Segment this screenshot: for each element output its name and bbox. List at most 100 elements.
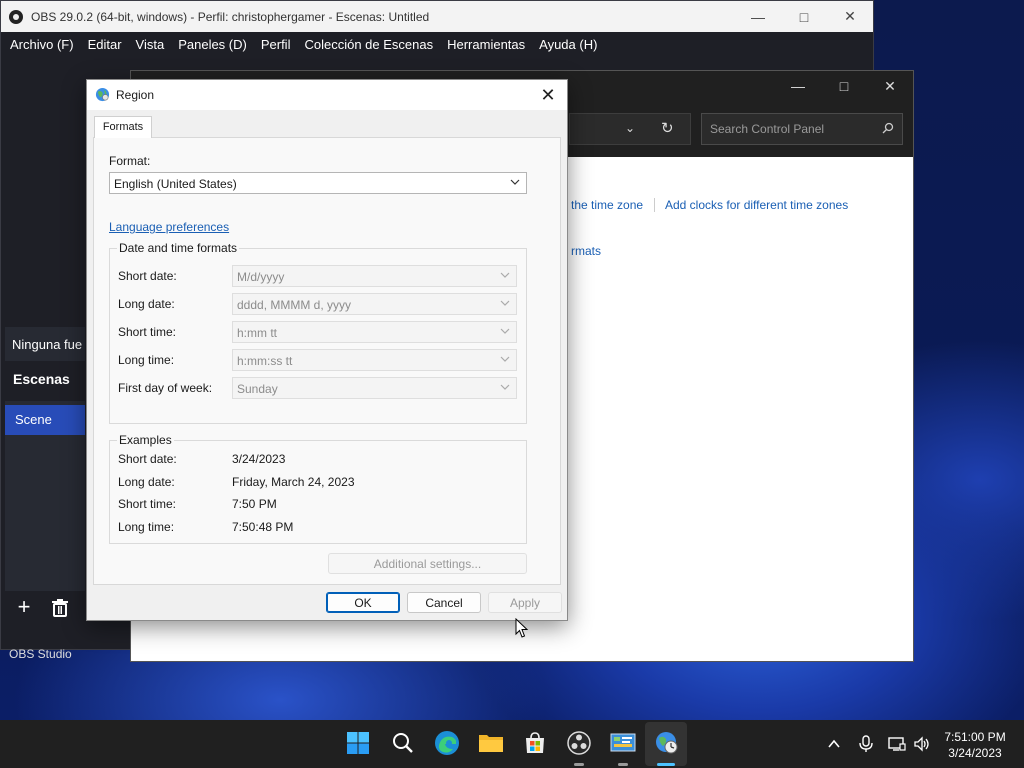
microsoft-store-icon[interactable]: [520, 728, 550, 758]
file-explorer-icon[interactable]: [476, 728, 506, 758]
obs-status-text: OBS Studio: [9, 647, 72, 661]
search-placeholder: Search Control Panel: [710, 122, 825, 136]
example-long-time-value: 7:50:48 PM: [232, 520, 294, 534]
short-date-select[interactable]: M/d/yyyy: [232, 265, 517, 287]
long-time-value: h:mm:ss tt: [237, 354, 293, 368]
add-clocks-link[interactable]: Add clocks for different time zones: [665, 198, 848, 212]
obs-studio-icon[interactable]: [564, 728, 594, 758]
example-short-date-label: Short date:: [118, 452, 177, 466]
control-panel-icon[interactable]: [608, 728, 638, 758]
formats-link[interactable]: rmats: [571, 244, 601, 258]
region-active-indicator: [657, 763, 675, 766]
examples-group-title: Examples: [117, 433, 174, 447]
first-day-value: Sunday: [237, 382, 278, 396]
chevron-down-icon: [500, 384, 510, 390]
minimize-icon[interactable]: —: [735, 1, 781, 32]
link-separator: [654, 198, 655, 212]
long-date-value: dddd, MMMM d, yyyy: [237, 298, 352, 312]
cancel-button[interactable]: Cancel: [407, 592, 481, 613]
windows-start-icon[interactable]: [343, 728, 373, 758]
short-date-value: M/d/yyyy: [237, 270, 285, 284]
format-label: Format:: [109, 154, 151, 168]
ok-button[interactable]: OK: [326, 592, 400, 613]
example-long-time-label: Long time:: [118, 520, 175, 534]
no-source-label: Ninguna fue: [5, 327, 85, 361]
first-day-select[interactable]: Sunday: [232, 377, 517, 399]
formats-panel: Format: English (United States) Language…: [93, 137, 561, 585]
obs-titlebar[interactable]: OBS 29.0.2 (64-bit, windows) - Perfil: c…: [1, 1, 873, 32]
close-icon[interactable]: ✕: [537, 84, 559, 106]
control-panel-running-indicator: [618, 763, 628, 766]
format-select[interactable]: English (United States): [109, 172, 527, 194]
close-icon[interactable]: ✕: [827, 1, 873, 32]
maximize-icon[interactable]: □: [821, 71, 867, 101]
menu-perfil[interactable]: Perfil: [254, 37, 298, 52]
obs-window-title: OBS 29.0.2 (64-bit, windows) - Perfil: c…: [31, 9, 430, 24]
close-icon[interactable]: ✕: [867, 71, 913, 101]
clock-time: 7:51:00 PM: [944, 730, 1006, 744]
globe-icon: [95, 87, 110, 102]
examples-group: Examples Short date: 3/24/2023 Long date…: [109, 433, 527, 544]
chevron-down-icon: [510, 179, 520, 185]
region-dialog: Region ✕ Formats Format: English (United…: [86, 79, 568, 621]
mouse-cursor-icon: [515, 618, 529, 638]
volume-icon[interactable]: [912, 734, 932, 754]
minimize-icon[interactable]: —: [775, 71, 821, 101]
example-long-date-value: Friday, March 24, 2023: [232, 475, 355, 489]
menu-vista[interactable]: Vista: [129, 37, 172, 52]
tab-formats[interactable]: Formats: [94, 116, 152, 138]
menu-herramientas[interactable]: Herramientas: [440, 37, 532, 52]
datetime-group-title: Date and time formats: [117, 241, 240, 255]
taskbar: 7:51:00 PM 3/24/2023: [0, 720, 1024, 768]
additional-settings-button[interactable]: Additional settings...: [328, 553, 527, 574]
search-icon[interactable]: [388, 728, 418, 758]
add-scene-icon[interactable]: +: [13, 596, 35, 619]
clock-date: 3/24/2023: [948, 746, 1002, 760]
chevron-down-icon: [500, 300, 510, 306]
long-date-label: Long date:: [118, 297, 175, 311]
obs-logo-icon: [9, 9, 23, 24]
network-icon[interactable]: [887, 734, 907, 754]
menu-editar[interactable]: Editar: [81, 37, 129, 52]
region-app-icon[interactable]: [652, 728, 682, 758]
long-date-select[interactable]: dddd, MMMM d, yyyy: [232, 293, 517, 315]
delete-scene-icon[interactable]: [49, 597, 71, 619]
menu-paneles[interactable]: Paneles (D): [171, 37, 254, 52]
long-time-select[interactable]: h:mm:ss tt: [232, 349, 517, 371]
chevron-up-icon[interactable]: [824, 734, 844, 754]
change-time-zone-link[interactable]: the time zone: [571, 198, 643, 212]
short-date-label: Short date:: [118, 269, 177, 283]
datetime-formats-group: Date and time formats Short date: M/d/yy…: [109, 241, 527, 424]
scenes-title: Escenas: [13, 371, 70, 387]
search-icon: [882, 122, 894, 134]
taskbar-clock[interactable]: 7:51:00 PM 3/24/2023: [940, 729, 1010, 761]
region-title: Region: [116, 88, 155, 102]
edge-browser-icon[interactable]: [432, 728, 462, 758]
region-titlebar[interactable]: Region ✕: [87, 80, 567, 110]
short-time-value: h:mm tt: [237, 326, 278, 340]
example-long-date-label: Long date:: [118, 475, 175, 489]
search-input[interactable]: Search Control Panel: [701, 113, 903, 145]
menu-archivo[interactable]: Archivo (F): [3, 37, 81, 52]
language-preferences-link[interactable]: Language preferences: [109, 220, 229, 234]
chevron-down-icon: [500, 356, 510, 362]
first-day-label: First day of week:: [118, 381, 213, 395]
format-value: English (United States): [114, 177, 237, 191]
short-time-select[interactable]: h:mm tt: [232, 321, 517, 343]
example-short-time-label: Short time:: [118, 497, 177, 511]
refresh-icon[interactable]: ↻: [661, 119, 674, 137]
apply-button[interactable]: Apply: [488, 592, 562, 613]
chevron-down-icon[interactable]: ⌄: [625, 121, 635, 135]
maximize-icon[interactable]: □: [781, 1, 827, 32]
chevron-down-icon: [500, 328, 510, 334]
example-short-date-value: 3/24/2023: [232, 452, 286, 466]
short-time-label: Short time:: [118, 325, 177, 339]
obs-menubar: Archivo (F) Editar Vista Paneles (D) Per…: [1, 32, 873, 57]
menu-ayuda[interactable]: Ayuda (H): [532, 37, 604, 52]
scene-item[interactable]: Scene: [5, 405, 85, 435]
microphone-icon[interactable]: [856, 734, 876, 754]
long-time-label: Long time:: [118, 353, 175, 367]
menu-coleccion-escenas[interactable]: Colección de Escenas: [297, 37, 440, 52]
chevron-down-icon: [500, 272, 510, 278]
scenes-list: Scene: [5, 401, 85, 591]
